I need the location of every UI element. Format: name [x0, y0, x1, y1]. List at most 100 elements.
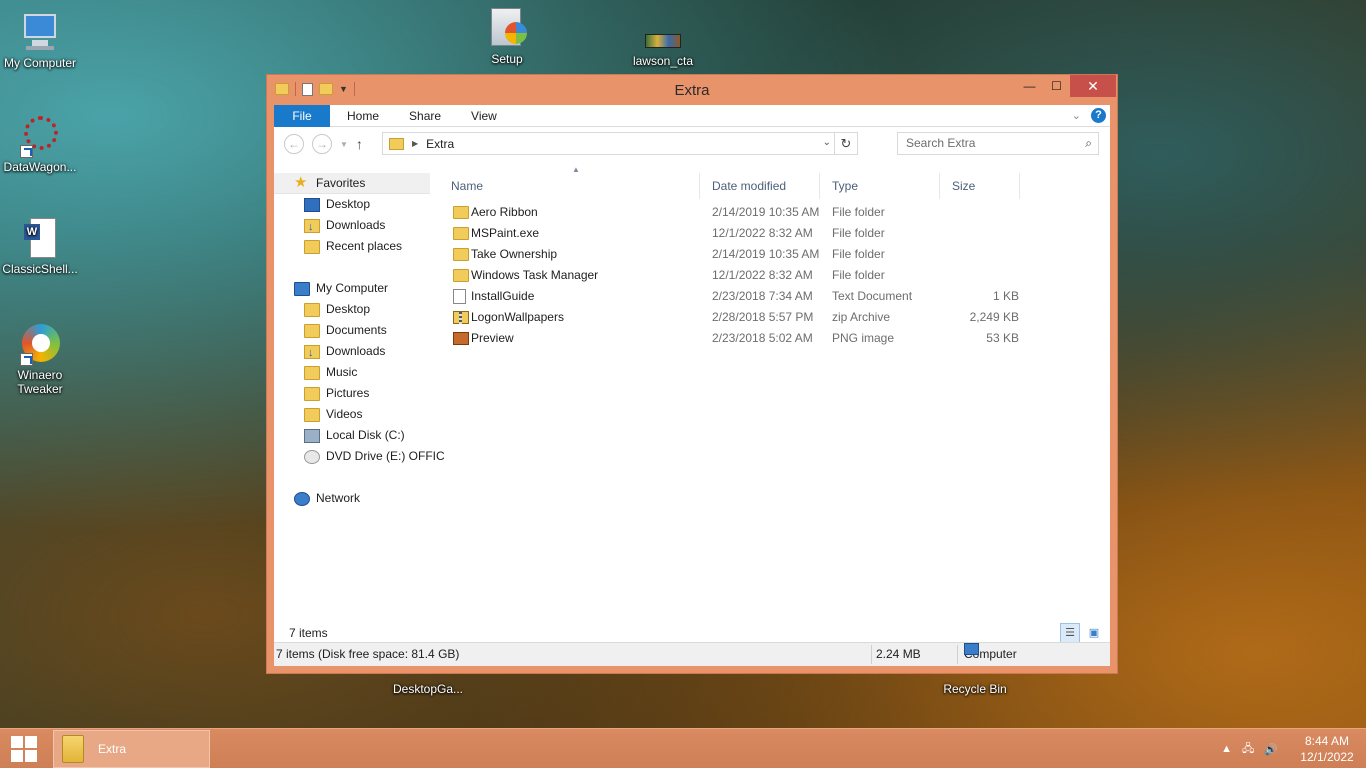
file-row[interactable]: InstallGuide 2/23/2018 7:34 AM Text Docu… [439, 286, 1019, 307]
hard-disk-icon [304, 428, 320, 443]
star-icon: ★ [294, 174, 308, 191]
desktop-icon-datawagon[interactable]: DataWagon... [0, 114, 80, 174]
search-icon[interactable]: ⌕ [1085, 133, 1092, 154]
status-bar: 7 items (Disk free space: 81.4 GB) 2.24 … [274, 642, 1110, 666]
back-button[interactable]: ← [284, 134, 304, 154]
windows-logo-icon [11, 736, 37, 762]
search-input[interactable]: Search Extra ⌕ [897, 132, 1099, 155]
file-row[interactable]: LogonWallpapers 2/28/2018 5:57 PM zip Ar… [439, 307, 1019, 328]
nav-label: Favorites [316, 175, 366, 190]
winaero-icon [18, 322, 62, 366]
file-date: 2/28/2018 5:57 PM [712, 310, 814, 324]
computer-icon [18, 10, 62, 54]
file-row[interactable]: Take Ownership 2/14/2019 10:35 AM File f… [439, 244, 1019, 265]
desktop-icon-classicshell[interactable]: W ClassicShell... [0, 216, 80, 276]
desktop-icon-winaero-tweaker[interactable]: Winaero Tweaker [0, 322, 80, 396]
tab-file[interactable]: File [274, 104, 330, 127]
forward-button[interactable]: → [312, 134, 332, 154]
network-tray-icon[interactable]: 🖧 [1242, 740, 1254, 759]
file-row[interactable]: Windows Task Manager 12/1/2022 8:32 AM F… [439, 265, 1019, 286]
network-icon [294, 491, 310, 506]
zip-icon [453, 311, 469, 324]
column-header-name[interactable]: Name [439, 173, 700, 199]
desktop-icon-label: Recycle Bin [943, 682, 1007, 696]
desktop-icon-lawson-cta[interactable]: lawson_cta [623, 30, 703, 68]
desktop-icon-label: My Computer [3, 56, 77, 70]
window-title: Extra [674, 82, 710, 99]
column-header-type[interactable]: Type [820, 173, 940, 199]
volume-icon[interactable]: 🔊 [1264, 743, 1278, 756]
desktop-icon-setup[interactable]: Setup [467, 6, 547, 66]
nav-favorites[interactable]: ★ Favorites [274, 173, 430, 194]
minimize-button[interactable]: — [1016, 75, 1043, 97]
title-bar[interactable]: ▼ Extra — ☐ ✕ [267, 75, 1117, 105]
nav-label: Videos [326, 407, 363, 421]
nav-item-documents[interactable]: Documents [304, 320, 387, 341]
up-button[interactable]: ↑ [356, 136, 363, 152]
file-row[interactable]: Aero Ribbon 2/14/2019 10:35 AM File fold… [439, 202, 1019, 223]
nav-label: Network [316, 491, 361, 505]
large-icons-view-button[interactable] [1084, 623, 1104, 643]
tab-share[interactable]: Share [394, 105, 456, 127]
nav-item-local-disk[interactable]: Local Disk (C:) [304, 425, 405, 446]
nav-item-recent-places[interactable]: Recent places [304, 236, 402, 257]
address-bar[interactable]: ▶ Extra ⌄ ↻ [382, 132, 858, 155]
address-dropdown-icon[interactable]: ⌄ [823, 137, 831, 148]
file-type: zip Archive [832, 310, 891, 324]
recent-locations-dropdown[interactable]: ▼ [340, 140, 348, 149]
refresh-button[interactable]: ↻ [834, 133, 857, 154]
folder-icon [389, 137, 404, 150]
file-row[interactable]: MSPaint.exe 12/1/2022 8:32 AM File folde… [439, 223, 1019, 244]
clock-date: 12/1/2022 [1300, 750, 1354, 764]
nav-item-music[interactable]: Music [304, 362, 357, 383]
nav-item-videos[interactable]: Videos [304, 404, 362, 425]
navigation-bar: ← → ▼ ↑ ▶ Extra ⌄ ↻ Search Extra ⌕ [274, 127, 1110, 161]
nav-item-downloads[interactable]: Downloads [304, 215, 386, 238]
computer-icon [294, 281, 310, 296]
search-placeholder: Search Extra [906, 136, 976, 150]
nav-item-desktop[interactable]: Desktop [304, 194, 370, 215]
folder-icon [453, 227, 469, 240]
close-button[interactable]: ✕ [1070, 75, 1116, 97]
help-icon[interactable]: ? [1091, 108, 1106, 123]
nav-label: Downloads [326, 218, 386, 232]
breadcrumb-extra[interactable]: Extra [426, 137, 454, 151]
expand-ribbon-icon[interactable]: ⌄ [1072, 109, 1081, 122]
maximize-button[interactable]: ☐ [1043, 75, 1070, 97]
downloads-icon [304, 343, 320, 364]
desktop-icon-recycle-bin[interactable]: Recycle Bin [935, 682, 1015, 696]
column-header-size[interactable]: Size [940, 173, 1020, 199]
nav-item-dvd-drive[interactable]: DVD Drive (E:) OFFIC [304, 446, 445, 467]
file-type: File folder [832, 247, 885, 261]
nav-label: My Computer [316, 281, 389, 295]
nav-network[interactable]: Network [294, 488, 360, 509]
details-view-button[interactable] [1060, 623, 1080, 643]
folder-icon [453, 248, 469, 261]
breadcrumb-arrow-icon[interactable]: ▶ [412, 139, 418, 148]
tab-view[interactable]: View [456, 105, 512, 127]
lawson-image-icon [641, 30, 685, 52]
taskbar-button-extra[interactable]: Extra [53, 730, 210, 768]
start-button[interactable] [0, 729, 48, 768]
nav-label: DVD Drive (E:) OFFIC [326, 449, 445, 463]
file-name: Windows Task Manager [471, 268, 599, 282]
taskbar: Extra ▲ 🖧 🔊 8:44 AM 12/1/2022 [0, 728, 1366, 768]
nav-item-downloads-2[interactable]: Downloads [304, 341, 385, 364]
nav-item-desktop-2[interactable]: Desktop [304, 299, 370, 320]
file-row[interactable]: Preview 2/23/2018 5:02 AM PNG image 53 K… [439, 328, 1019, 349]
file-name: Aero Ribbon [471, 205, 538, 219]
nav-item-pictures[interactable]: Pictures [304, 383, 369, 404]
nav-my-computer[interactable]: My Computer [294, 278, 388, 299]
folder-icon [453, 269, 469, 282]
clock[interactable]: 8:44 AM 12/1/2022 [1288, 733, 1366, 765]
file-size: 2,249 KB [969, 310, 1019, 324]
column-header-date-modified[interactable]: Date modified [700, 173, 820, 199]
file-date: 2/23/2018 5:02 AM [712, 331, 813, 345]
tab-home[interactable]: Home [332, 105, 394, 127]
desktop-icon-desktopgadgets[interactable]: DesktopGa... [388, 682, 468, 696]
file-name: LogonWallpapers [471, 310, 564, 324]
nav-label: Recent places [326, 239, 403, 253]
desktop-icon-my-computer[interactable]: My Computer [0, 10, 80, 70]
text-file-icon [453, 289, 466, 304]
show-hidden-icons-icon[interactable]: ▲ [1221, 743, 1232, 755]
